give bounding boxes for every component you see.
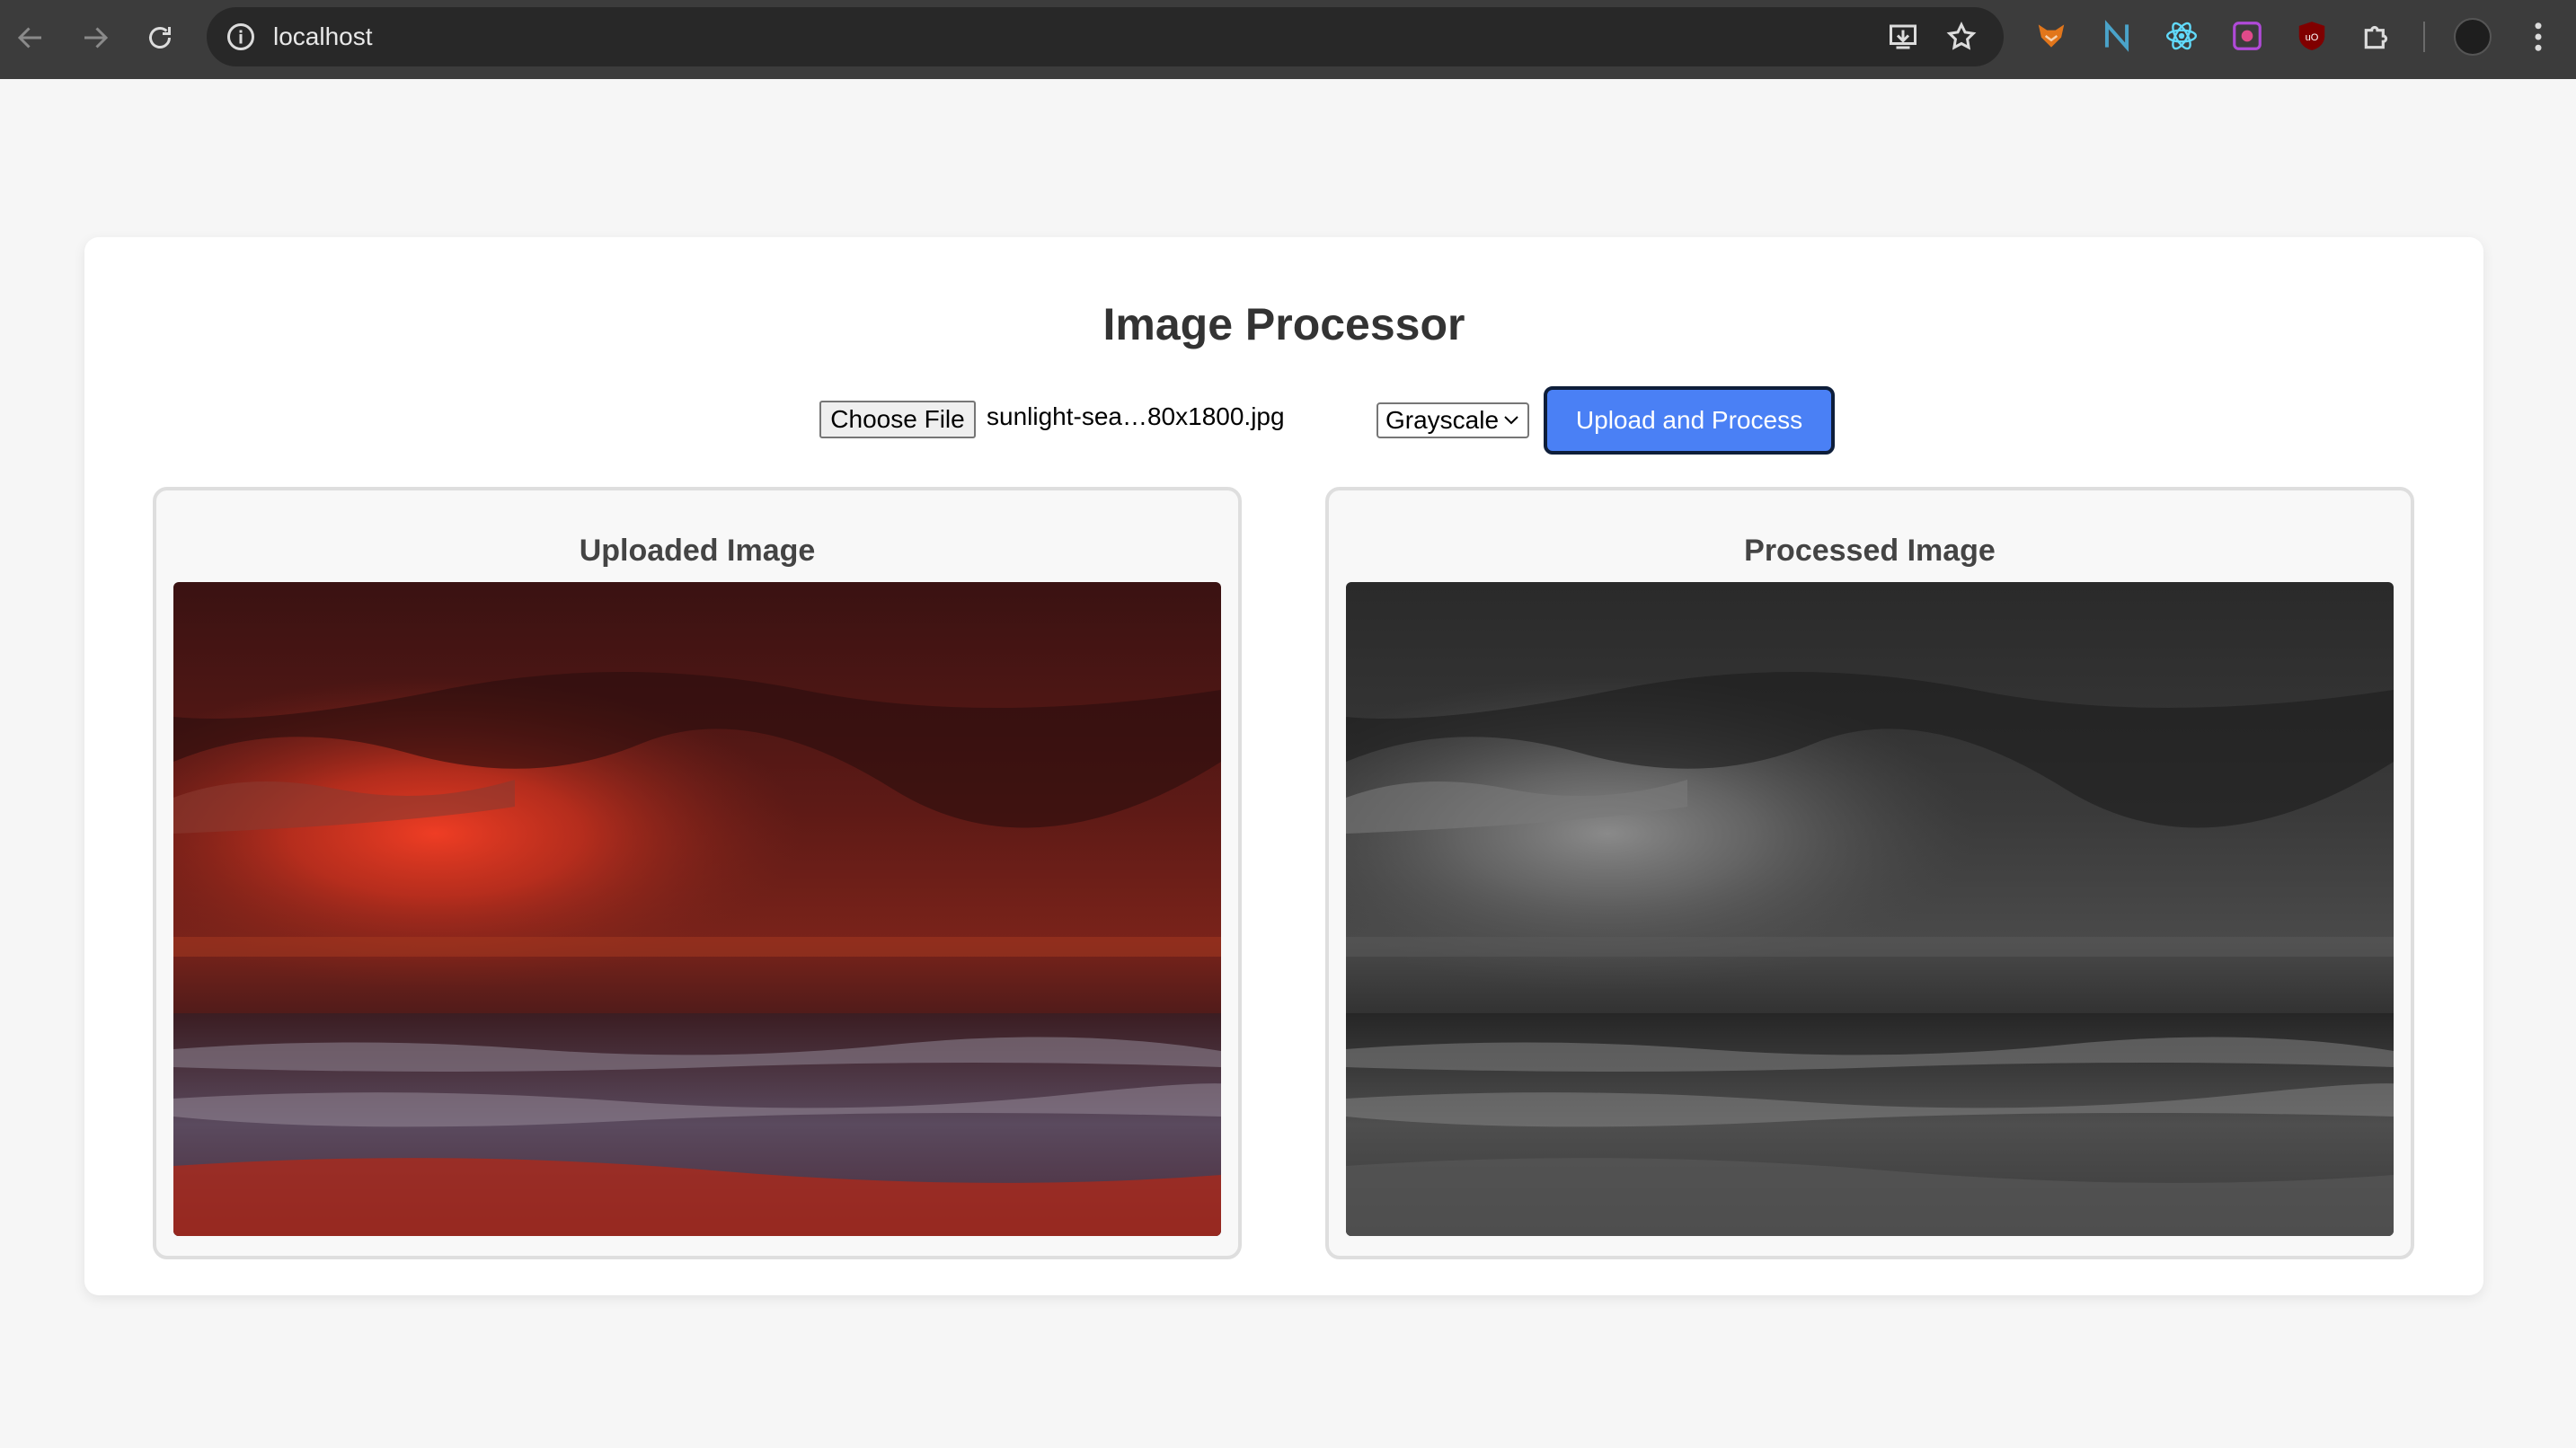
more-menu-icon[interactable]: [2525, 18, 2552, 56]
bookmark-star-icon[interactable]: [1945, 21, 1978, 53]
ublock-icon[interactable]: uO: [2294, 18, 2330, 54]
uploaded-image-title: Uploaded Image: [579, 534, 816, 568]
processor-card: Image Processor Choose File sunlight-sea…: [84, 237, 2483, 1295]
uploaded-image-panel: Uploaded Image: [153, 487, 1242, 1259]
choose-file-button[interactable]: Choose File: [819, 401, 976, 438]
chevron-down-icon: [1504, 416, 1518, 425]
upload-controls: Choose File sunlight-sea…80x1800.jpg Gra…: [819, 386, 1898, 455]
color-picker-icon[interactable]: [2229, 18, 2265, 54]
reload-button[interactable]: [140, 18, 180, 57]
processed-image-title: Processed Image: [1744, 534, 1996, 568]
processed-image: [1346, 582, 2394, 1236]
filter-mode-value: Grayscale: [1385, 406, 1500, 434]
back-button[interactable]: [11, 18, 50, 57]
n-extension-icon[interactable]: [2099, 18, 2135, 54]
page-title: Image Processor: [1102, 299, 1465, 349]
back-arrow-icon: [17, 27, 41, 49]
browser-toolbar: localhost uO: [0, 0, 2576, 79]
filter-mode-select[interactable]: Grayscale: [1377, 402, 1529, 438]
upload-and-process-button[interactable]: Upload and Process: [1544, 386, 1835, 455]
forward-arrow-icon: [84, 27, 109, 49]
profile-avatar[interactable]: [2454, 18, 2492, 56]
url-text[interactable]: localhost: [273, 7, 373, 66]
uploaded-image: [173, 582, 1221, 1236]
site-info-icon[interactable]: [225, 21, 257, 53]
install-app-icon[interactable]: [1887, 21, 1919, 53]
svg-text:uO: uO: [2306, 32, 2319, 43]
react-devtools-icon[interactable]: [2164, 18, 2200, 54]
forward-button[interactable]: [75, 18, 115, 57]
toolbar-divider: [2423, 22, 2425, 52]
selected-file-name: sunlight-sea…80x1800.jpg: [987, 402, 1285, 430]
processed-image-panel: Processed Image: [1325, 487, 2414, 1259]
address-bar[interactable]: localhost: [207, 7, 2004, 66]
puzzle-extensions-icon[interactable]: [2359, 18, 2395, 54]
fox-extension-icon[interactable]: [2033, 18, 2069, 54]
reload-icon: [149, 27, 171, 49]
